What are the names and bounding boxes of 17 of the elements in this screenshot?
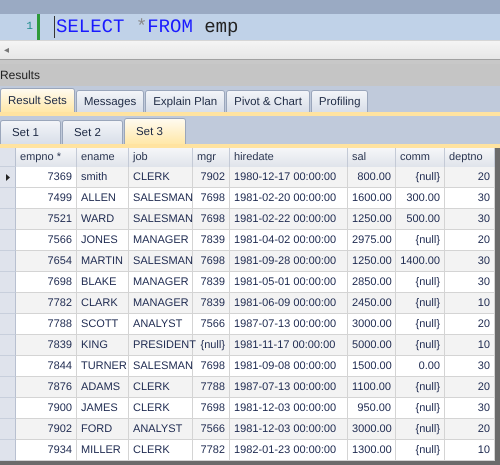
result-tab[interactable]: Messages bbox=[76, 90, 144, 112]
current-row-icon bbox=[6, 174, 10, 180]
result-set-tab[interactable]: Set 2 bbox=[62, 120, 123, 144]
row-header[interactable] bbox=[0, 167, 16, 188]
table-cell: 7369 bbox=[16, 167, 77, 188]
result-tab[interactable]: Result Sets bbox=[0, 88, 75, 112]
result-set-tab[interactable]: Set 3 bbox=[124, 118, 186, 144]
result-set-tab[interactable]: Set 1 bbox=[0, 120, 61, 144]
sql-editor[interactable]: 1 SELECT *FROM emp bbox=[0, 14, 500, 40]
line-number: 1 bbox=[25, 21, 34, 33]
sql-code: SELECT *FROM emp bbox=[54, 16, 238, 38]
scroll-left-button[interactable]: ◂ bbox=[4, 44, 14, 56]
result-tab[interactable]: Profiling bbox=[310, 90, 368, 112]
result-tab[interactable]: Explain Plan bbox=[145, 90, 226, 112]
horizontal-scrollbar[interactable]: ◂ bbox=[0, 40, 500, 59]
results-panel-title: Results bbox=[0, 64, 500, 86]
result-tab[interactable]: Pivot & Chart bbox=[226, 90, 310, 112]
